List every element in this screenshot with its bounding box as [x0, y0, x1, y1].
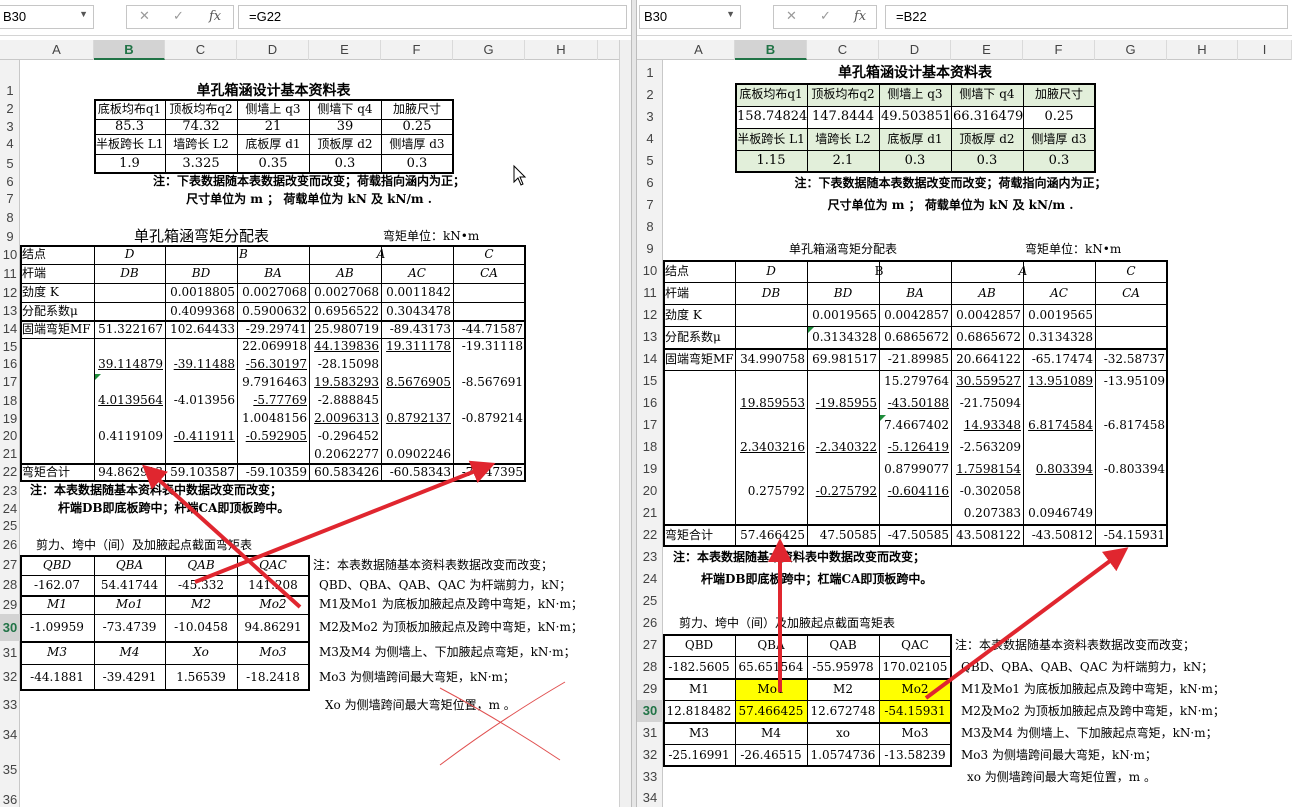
note: 注：下表数据随本表数据改变而改变；荷载指向涵内为正； — [794, 176, 1107, 190]
explain-note: M3及M4 为侧墙上、下加腋起点弯矩，kN·m； — [319, 645, 576, 659]
note: 杆端DB即底板跨中；杆端CA即顶板跨中。 — [58, 501, 290, 515]
left-grid: 单孔箱涵设计基本资料表 底板均布q1 85.3 半板跨长 L1 1.9 顶板均布q2 74.… — [0, 0, 631, 807]
grid-vline — [879, 260, 880, 546]
explain-note: M2及Mo2 为顶板加腋起点及跨中弯矩，kN·m； — [319, 620, 583, 634]
grid-vline — [165, 99, 166, 173]
grid-hline — [735, 128, 1095, 129]
grid-hline — [20, 338, 525, 339]
grid-vline — [807, 260, 808, 546]
grid-vline — [453, 245, 454, 481]
grid-vline — [165, 555, 166, 690]
note: 杆端DB即底板跨中；杠端CA即顶板跨中。 — [701, 572, 933, 586]
grid-vline — [94, 555, 95, 690]
grid-hline — [20, 463, 525, 465]
comment-indicator-icon — [808, 327, 814, 333]
sheet-title: 单孔箱涵设计基本资料表 — [838, 65, 992, 81]
grid-vline — [951, 83, 952, 172]
grid-hline — [20, 302, 525, 303]
grid-hline — [94, 134, 453, 135]
grid-vline — [1023, 83, 1024, 172]
grid-hline — [20, 320, 525, 322]
explain-note: 注：本表数据随基本资料表数据改变而改变； — [313, 558, 554, 572]
note: 尺寸单位为 m ； 荷载单位为 kN 及 kN/m . — [186, 192, 432, 206]
grid-vline — [309, 99, 310, 173]
explain-note: Mo3 为侧墙跨间最大弯矩，kN·m； — [961, 748, 1157, 762]
right-grid: 单孔箱涵设计基本资料表 底板均布q1 158.74824 半板跨长 L1 1.15 顶板均… — [637, 0, 1292, 807]
grid-vline — [735, 634, 736, 766]
explain-note: M1及Mo1 为底板加腋起点及跨中弯矩，kN·m； — [319, 597, 583, 611]
grid-vline — [165, 245, 166, 481]
grid-vline — [94, 245, 95, 481]
comment-indicator-icon — [95, 374, 101, 380]
note: 尺寸单位为 m ； 荷载单位为 kN 及 kN/m . — [827, 198, 1074, 212]
explain-note: M3及M4 为侧墙上、下加腋起点弯矩，kN·m； — [961, 726, 1218, 740]
shear-table-title: 剪力、垮中（间）及加腋起点截面弯矩表 — [36, 538, 253, 552]
grid-vline — [1095, 260, 1096, 546]
moment-table-title: 单孔箱涵弯矩分配表 — [133, 227, 269, 245]
grid-hline — [663, 282, 1167, 283]
basic-data-table — [94, 99, 454, 174]
shear-table-title: 剪力、垮中（间）及加腋起点截面弯矩表 — [679, 616, 896, 630]
right-sheet-pane: B30 ▼ ✕ ✓ fx =B22 ABCDEFGHI 1 2 3 4 5 6 7 8 9 10 11… — [637, 0, 1292, 807]
explain-note: M2及Mo2 为顶板加腋起点及跨中弯矩，kN·m； — [961, 704, 1225, 718]
grid-hline — [663, 304, 1167, 305]
vertical-scrollbar[interactable] — [619, 40, 631, 807]
explain-note: Xo 为侧墙跨间最大弯矩位置，m 。 — [325, 698, 516, 712]
grid-vline — [237, 245, 238, 481]
grid-vline — [879, 83, 880, 172]
left-sheet-pane: B30 ▼ ✕ ✓ fx =G22 ABCDEFGH 1 2 3 4 5 6 7 8 9 10 11 1… — [0, 0, 631, 807]
explain-note: M1及Mo1 为底板加腋起点及跨中弯矩，kN·m； — [961, 682, 1225, 696]
sheet-title: 单孔箱涵设计基本资料表 — [196, 83, 351, 99]
grid-vline — [1023, 260, 1024, 546]
grid-vline — [807, 634, 808, 766]
grid-hline — [663, 348, 1167, 350]
grid-vline — [237, 555, 238, 690]
moment-table-title: 单孔箱涵弯矩分配表 — [788, 242, 897, 256]
grid-hline — [94, 154, 453, 155]
moment-table — [20, 245, 526, 482]
note: 注：下表数据随本表数据改变而改变；荷载指向涵内为正； — [152, 174, 465, 188]
grid-vline — [951, 260, 952, 546]
explain-note: 注：本表数据随基本资料表数据改变而改变； — [955, 638, 1196, 652]
grid-hline — [94, 119, 453, 120]
unit-label: 弯矩单位：kN•m — [1025, 242, 1122, 256]
grid-vline — [735, 260, 736, 546]
comment-indicator-icon — [880, 415, 886, 421]
explain-note: QBD、QBA、QAB、QAC 为杆端剪力，kN； — [319, 578, 572, 592]
explain-note: xo 为侧墙跨间最大弯矩位置，m 。 — [967, 770, 1157, 784]
grid-vline — [381, 245, 382, 481]
grid-vline — [237, 99, 238, 173]
note: 注：本表数据随基本资料表中数据改变而改变； — [30, 483, 283, 497]
grid-hline — [735, 150, 1095, 151]
unit-label: 弯矩单位：kN•m — [383, 229, 480, 243]
note: 注：本表数据随基本资料表中数据改变而改变； — [673, 550, 926, 564]
explain-note: QBD、QBA、QAB、QAC 为杆端剪力，kN； — [961, 660, 1214, 674]
grid-vline — [807, 83, 808, 172]
grid-vline — [309, 245, 310, 481]
grid-hline — [20, 283, 525, 284]
grid-vline — [879, 634, 880, 766]
grid-hline — [663, 326, 1167, 327]
grid-hline — [20, 264, 525, 265]
grid-hline — [735, 106, 1095, 107]
grid-vline — [381, 99, 382, 173]
explain-note: Mo3 为侧墙跨间最大弯矩，kN·m； — [319, 670, 515, 684]
grid-hline — [663, 524, 1167, 526]
grid-hline — [663, 370, 1167, 371]
